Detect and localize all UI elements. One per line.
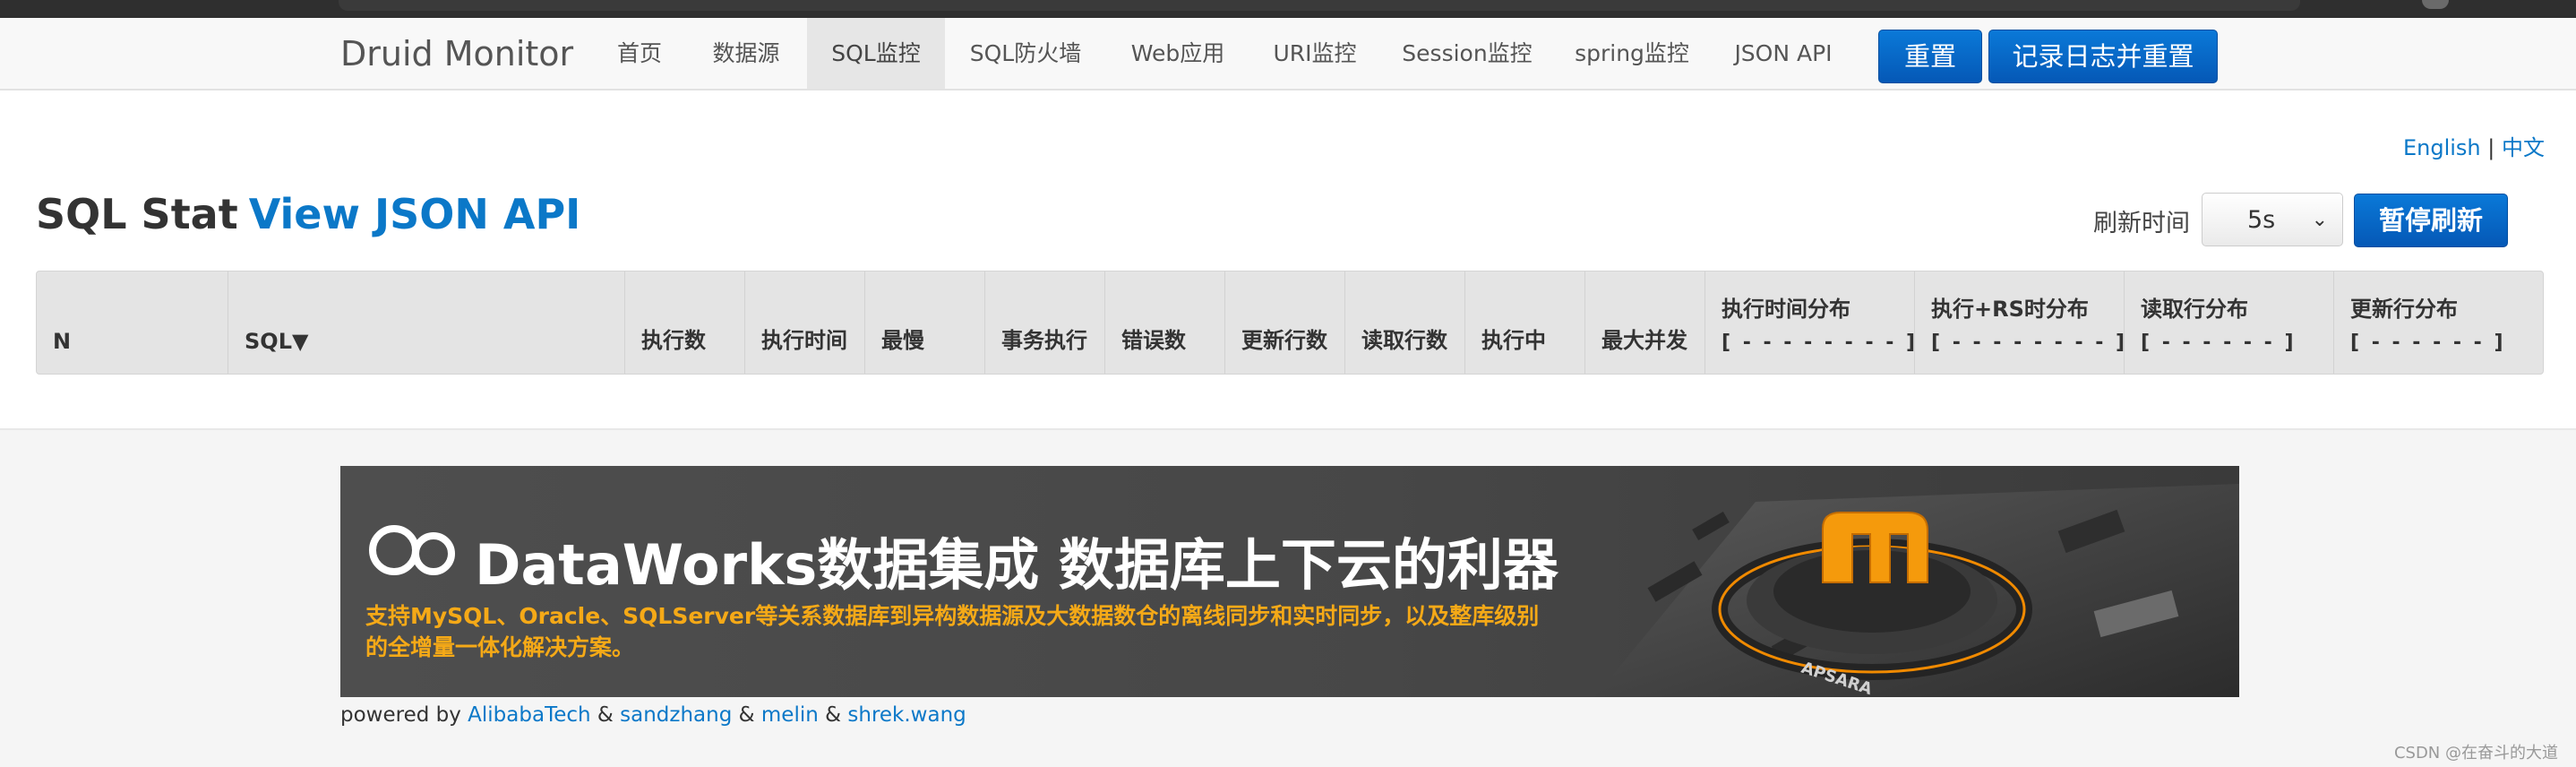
dataworks-logo-icon bbox=[369, 525, 455, 575]
server-illustration-icon: APSARA bbox=[1594, 484, 2239, 697]
column-label: 执行时间分布 bbox=[1722, 297, 1850, 322]
column-header-update-rows-dist[interactable]: 更新行分布 [ - - - - - - ] bbox=[2334, 271, 2543, 374]
log-and-reset-button[interactable]: 记录日志并重置 bbox=[1988, 30, 2218, 83]
dataworks-ad-banner[interactable]: DataWorks数据集成 数据库上下云的利器 支持MySQL、Oracle、S… bbox=[340, 466, 2239, 697]
column-label: SQL▼ bbox=[245, 329, 309, 354]
column-header-n[interactable]: N bbox=[37, 271, 228, 374]
column-header-tx-exec[interactable]: 事务执行 bbox=[985, 271, 1105, 374]
column-label: 执行+RS时分布 bbox=[1931, 297, 2089, 322]
column-label: 错误数 bbox=[1121, 328, 1186, 353]
nav-item-json-api[interactable]: JSON API bbox=[1723, 18, 1843, 89]
refresh-interval-label: 刷新时间 bbox=[2093, 210, 2190, 237]
powered-by-prefix: powered by bbox=[340, 703, 461, 727]
column-label: 读取行分布 bbox=[2141, 297, 2248, 322]
column-header-max-concurrent[interactable]: 最大并发 bbox=[1585, 271, 1705, 374]
language-switch: English | 中文 bbox=[2403, 130, 2545, 161]
refresh-interval-select[interactable]: 5s ⌄ bbox=[2202, 193, 2343, 246]
distribution-range: [ - - - - - - - - ] bbox=[1722, 332, 1919, 354]
column-label: 执行数 bbox=[641, 328, 706, 353]
column-header-read-rows[interactable]: 读取行数 bbox=[1345, 271, 1465, 374]
navbar: Druid Monitor 首页 数据源 SQL监控 SQL防火墙 Web应用 … bbox=[0, 18, 2576, 90]
pause-refresh-button[interactable]: 暂停刷新 bbox=[2354, 194, 2508, 247]
column-label: 更新行分布 bbox=[2350, 297, 2458, 322]
page-title-text: SQL Stat bbox=[36, 190, 238, 238]
reset-button[interactable]: 重置 bbox=[1878, 30, 1982, 83]
nav-item-uri-monitor[interactable]: URI监控 bbox=[1263, 18, 1367, 89]
column-header-sql[interactable]: SQL▼ bbox=[228, 271, 625, 374]
column-header-exec-rs-dist[interactable]: 执行+RS时分布 [ - - - - - - - - ] bbox=[1915, 271, 2125, 374]
author-link-sandzhang[interactable]: sandzhang bbox=[620, 703, 732, 727]
column-header-error-count[interactable]: 错误数 bbox=[1105, 271, 1225, 374]
chevron-down-icon: ⌄ bbox=[2311, 209, 2328, 231]
author-link-alibabatech[interactable]: AlibabaTech bbox=[468, 703, 590, 727]
csdn-watermark: CSDN @在奋斗的大道 bbox=[2393, 744, 2558, 763]
sql-stat-table-header: N SQL▼ 执行数 执行时间 最慢 事务执行 错误数 更新行数 读取行数 执行… bbox=[36, 271, 2544, 375]
profile-icon[interactable] bbox=[2422, 0, 2449, 9]
distribution-range: [ - - - - - - ] bbox=[2141, 332, 2297, 354]
column-label: 更新行数 bbox=[1241, 328, 1327, 353]
distribution-range: [ - - - - - - ] bbox=[2350, 332, 2506, 354]
author-link-shrek-wang[interactable]: shrek.wang bbox=[847, 703, 966, 727]
column-label: 最慢 bbox=[881, 328, 924, 353]
column-header-exec-time[interactable]: 执行时间 bbox=[745, 271, 865, 374]
view-json-api-link[interactable]: View JSON API bbox=[249, 190, 581, 238]
nav-item-sql-monitor[interactable]: SQL监控 bbox=[807, 18, 945, 89]
column-header-running[interactable]: 执行中 bbox=[1465, 271, 1585, 374]
lang-separator: | bbox=[2487, 135, 2495, 160]
column-label: 最大并发 bbox=[1601, 328, 1687, 353]
column-header-exec-count[interactable]: 执行数 bbox=[625, 271, 745, 374]
english-link[interactable]: English bbox=[2403, 135, 2481, 160]
address-bar[interactable] bbox=[339, 0, 2300, 11]
column-label: 执行中 bbox=[1481, 328, 1546, 353]
ampersand: & bbox=[597, 703, 614, 727]
column-header-read-rows-dist[interactable]: 读取行分布 [ - - - - - - ] bbox=[2125, 271, 2334, 374]
column-label: 读取行数 bbox=[1361, 328, 1447, 353]
ampersand: & bbox=[825, 703, 842, 727]
column-label: 执行时间 bbox=[761, 328, 847, 353]
nav-item-home[interactable]: 首页 bbox=[602, 18, 677, 89]
nav-item-datasource[interactable]: 数据源 bbox=[694, 18, 798, 89]
browser-top-bar bbox=[0, 0, 2576, 18]
column-header-slowest[interactable]: 最慢 bbox=[865, 271, 985, 374]
brand-title[interactable]: Druid Monitor bbox=[340, 34, 573, 73]
nav-item-spring-monitor[interactable]: spring监控 bbox=[1569, 18, 1695, 89]
author-link-melin[interactable]: melin bbox=[761, 703, 819, 727]
powered-by-footer: powered by AlibabaTech & sandzhang & mel… bbox=[340, 703, 966, 727]
column-header-exec-time-dist[interactable]: 执行时间分布 [ - - - - - - - - ] bbox=[1705, 271, 1915, 374]
column-header-update-rows[interactable]: 更新行数 bbox=[1225, 271, 1345, 374]
banner-subtitle: 支持MySQL、Oracle、SQLServer等关系数据库到异构数据源及大数据… bbox=[365, 603, 1540, 660]
nav-item-session-monitor[interactable]: Session监控 bbox=[1395, 18, 1539, 89]
column-label: 事务执行 bbox=[1001, 328, 1087, 353]
banner-headline: DataWorks数据集成 数据库上下云的利器 bbox=[475, 532, 1558, 598]
page-title: SQL Stat View JSON API bbox=[36, 190, 580, 238]
chinese-link[interactable]: 中文 bbox=[2502, 135, 2545, 160]
ampersand: & bbox=[738, 703, 755, 727]
nav-item-sql-firewall[interactable]: SQL防火墙 bbox=[958, 18, 1093, 89]
column-label: N bbox=[53, 329, 72, 354]
refresh-interval-value: 5s bbox=[2247, 206, 2276, 234]
distribution-range: [ - - - - - - - - ] bbox=[1931, 332, 2128, 354]
nav-item-web-app[interactable]: Web应用 bbox=[1121, 18, 1234, 89]
